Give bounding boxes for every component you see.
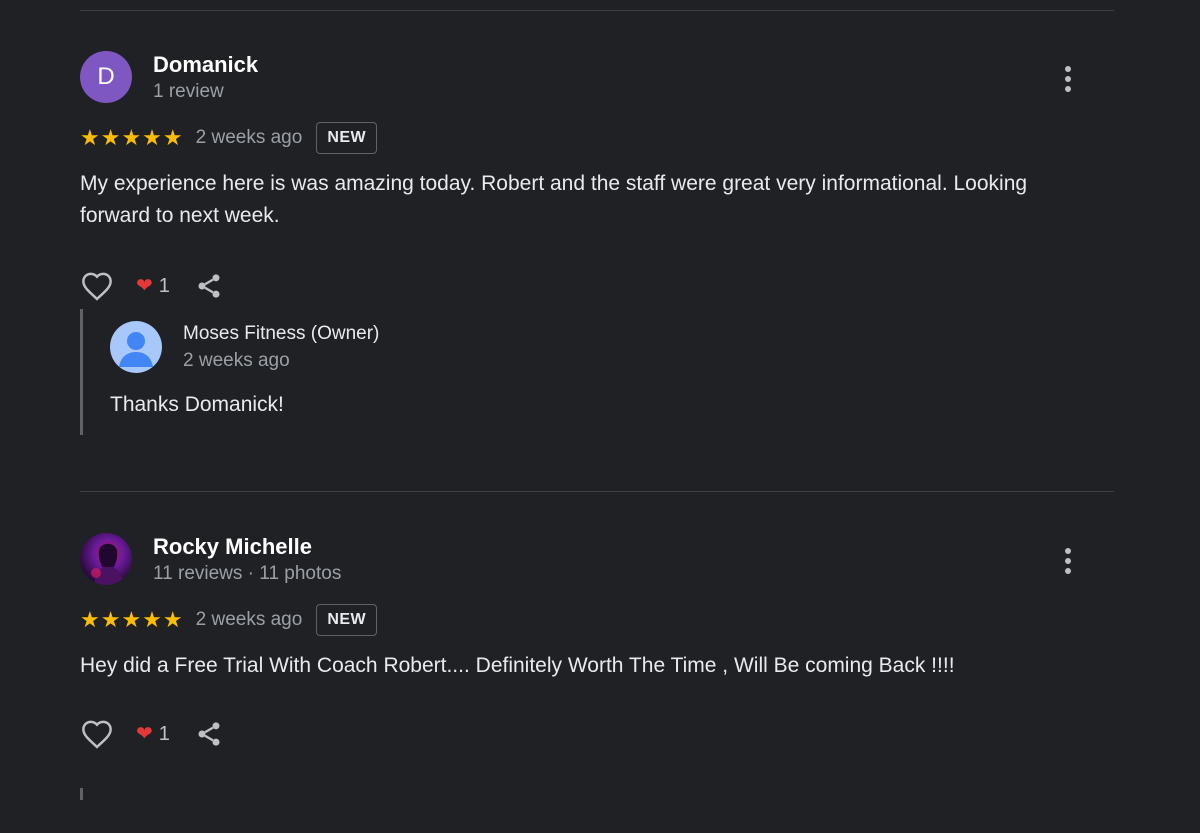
owner-avatar[interactable] [110, 321, 162, 373]
reaction-count: 1 [158, 274, 170, 297]
like-button[interactable] [80, 269, 114, 303]
avatar[interactable] [80, 533, 132, 585]
rating-row: ★★★★★ 2 weeks ago NEW [80, 603, 378, 637]
review-time: 2 weeks ago [195, 127, 303, 148]
avatar[interactable]: D [80, 51, 132, 103]
owner-reply-time: 2 weeks ago [183, 350, 290, 371]
reaction-count-button[interactable]: ❤ 1 [136, 275, 170, 298]
more-vert-dot [1065, 76, 1071, 82]
rating-row: ★★★★★ 2 weeks ago NEW [80, 121, 378, 155]
share-icon [198, 722, 220, 746]
person-icon [119, 332, 153, 367]
like-button[interactable] [80, 717, 114, 751]
more-vert-dot [1065, 568, 1071, 574]
share-icon [198, 274, 220, 298]
review-actions: ❤ 1 [80, 717, 226, 751]
heart-outline-icon [82, 272, 112, 301]
avatar-letter: D [97, 63, 115, 90]
author-meta: 11 reviews · 11 photos [153, 563, 342, 584]
red-heart-icon: ❤ [136, 275, 153, 297]
author-name[interactable]: Rocky Michelle [153, 534, 312, 560]
divider [80, 491, 1114, 492]
owner-reply: Moses Fitness (Owner) 2 weeks ago Thanks… [80, 309, 1083, 435]
author-name[interactable]: Domanick [153, 52, 258, 78]
more-vert-dot [1065, 86, 1071, 92]
review-time: 2 weeks ago [195, 609, 303, 630]
more-vert-icon [1065, 548, 1071, 554]
review-actions: ❤ 1 [80, 269, 226, 303]
more-vert-dot [1065, 558, 1071, 564]
author-meta: 1 review [153, 81, 224, 102]
owner-reply-text: Thanks Domanick! [110, 393, 284, 416]
divider [80, 10, 1114, 11]
owner-reply-border-stub [80, 788, 83, 800]
new-badge: NEW [316, 122, 378, 154]
red-heart-icon: ❤ [136, 723, 153, 745]
review-text: My experience here is was amazing today.… [80, 172, 1028, 227]
more-options-button[interactable] [1058, 63, 1078, 95]
review-text: Hey did a Free Trial With Coach Robert..… [80, 654, 955, 677]
star-rating: ★★★★★ [80, 125, 184, 150]
more-vert-icon [1065, 66, 1071, 72]
star-rating: ★★★★★ [80, 607, 184, 632]
share-button[interactable] [192, 269, 226, 303]
heart-outline-icon [82, 720, 112, 749]
new-badge: NEW [316, 604, 378, 636]
share-button[interactable] [192, 717, 226, 751]
reaction-count: 1 [158, 722, 170, 745]
more-options-button[interactable] [1058, 545, 1078, 577]
profile-photo-icon [91, 543, 124, 585]
owner-name: Moses Fitness (Owner) [183, 323, 380, 344]
reaction-count-button[interactable]: ❤ 1 [136, 723, 170, 746]
reviews-page: D Domanick 1 review ★★★★★ 2 weeks ago NE… [0, 0, 1200, 833]
